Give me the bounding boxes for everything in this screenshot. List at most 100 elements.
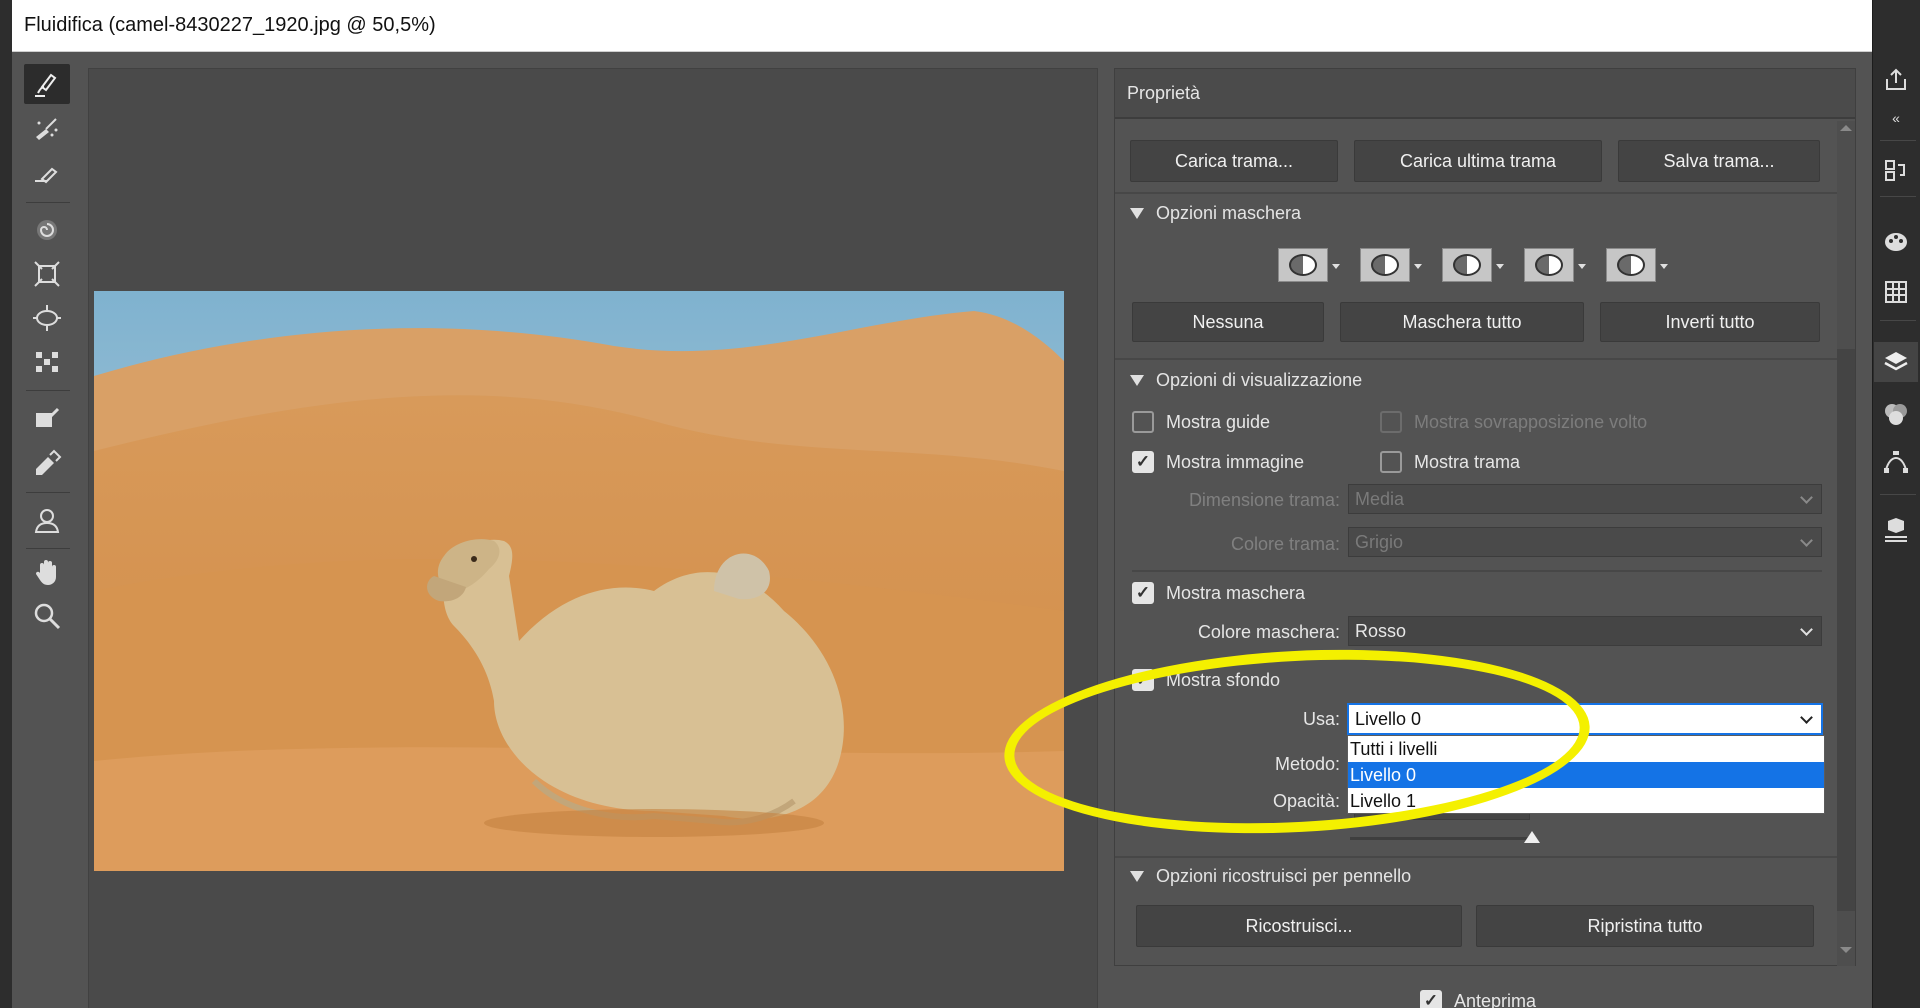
channels-icon[interactable]	[1874, 394, 1918, 434]
mesh-size-select[interactable]: Media	[1348, 484, 1822, 514]
bloat-icon[interactable]	[24, 298, 70, 338]
show-face-overlay-label: Mostra sovrapposizione volto	[1414, 411, 1648, 432]
color-palette-icon[interactable]	[1874, 222, 1918, 262]
push-left-icon[interactable]	[24, 342, 70, 382]
pucker-icon[interactable]	[24, 254, 70, 294]
dropdown-arrow-icon	[1332, 264, 1340, 269]
divider	[26, 492, 70, 493]
zoom-icon[interactable]	[24, 596, 70, 636]
3d-cube-icon[interactable]	[1874, 510, 1918, 550]
divider	[1880, 494, 1916, 495]
mask-none-button[interactable]: Nessuna	[1132, 302, 1324, 342]
collapse-triangle-icon	[1130, 207, 1144, 219]
show-image-label: Mostra immagine	[1166, 451, 1305, 472]
checkmark-icon: ✓	[1420, 990, 1442, 1008]
save-mesh-button[interactable]: Salva trama...	[1618, 140, 1820, 182]
mask-invert-icon[interactable]	[1606, 248, 1656, 282]
swatches-grid-icon[interactable]	[1874, 272, 1918, 312]
freeze-mask-icon[interactable]	[24, 398, 70, 438]
mask-replace-icon[interactable]	[1278, 248, 1328, 282]
liquify-app: Fluidifica (camel-8430227_1920.jpg @ 50,…	[0, 0, 1920, 1008]
twirl-clockwise-icon[interactable]	[24, 210, 70, 250]
dropdown-arrow-icon	[1496, 264, 1504, 269]
window-title: Fluidifica (camel-8430227_1920.jpg @ 50,…	[24, 14, 436, 36]
mask-options-header[interactable]: Opzioni maschera	[1130, 202, 1301, 224]
layers-icon[interactable]	[1874, 342, 1918, 382]
show-mask-checkbox[interactable]: ✓ Mostra maschera	[1132, 582, 1305, 604]
divider	[26, 202, 70, 203]
reconstruct-button[interactable]: Ricostruisci...	[1136, 905, 1462, 947]
divider	[26, 390, 70, 391]
checkmark-icon: ✓	[1132, 451, 1154, 473]
properties-title: Proprietà	[1127, 83, 1201, 103]
face-tool-icon[interactable]	[24, 500, 70, 540]
invert-all-button[interactable]: Inverti tutto	[1600, 302, 1820, 342]
mask-color-label: Colore maschera:	[1197, 622, 1340, 642]
mask-color-value: Rosso	[1355, 620, 1407, 641]
mask-intersect-icon[interactable]	[1524, 248, 1574, 282]
dropdown-arrow-icon	[1578, 264, 1586, 269]
load-last-mesh-button[interactable]: Carica ultima trama	[1354, 140, 1602, 182]
mask-subtract-icon[interactable]	[1442, 248, 1492, 282]
thaw-mask-icon[interactable]	[24, 442, 70, 482]
load-mesh-button[interactable]: Carica trama...	[1130, 140, 1338, 182]
mesh-size-value: Media	[1355, 488, 1405, 509]
reconstruct-tool-icon[interactable]	[24, 108, 70, 148]
scroll-up-icon[interactable]	[1840, 125, 1852, 131]
hand-icon[interactable]	[24, 552, 70, 592]
mask-add-icon[interactable]	[1360, 248, 1410, 282]
share-icon[interactable]	[1874, 60, 1918, 100]
scroll-down-icon[interactable]	[1840, 947, 1852, 953]
checkbox-box	[1380, 451, 1402, 473]
checkbox-box	[1380, 411, 1402, 433]
view-options-header[interactable]: Opzioni di visualizzazione	[1130, 369, 1362, 391]
mesh-color-value: Grigio	[1355, 531, 1404, 552]
scrollbar-thumb[interactable]	[1837, 349, 1855, 911]
show-mesh-checkbox[interactable]: Mostra trama	[1380, 451, 1520, 473]
divider	[1880, 320, 1916, 321]
properties-header: Proprietà	[1115, 69, 1855, 119]
mesh-color-label: Colore trama:	[1230, 534, 1340, 554]
background-strip	[0, 0, 12, 1008]
divider	[1132, 570, 1822, 572]
camel-photo[interactable]	[94, 291, 1064, 871]
collapse-panels-icon[interactable]: «	[1874, 104, 1918, 132]
divider	[26, 548, 70, 549]
show-face-overlay-checkbox[interactable]: Mostra sovrapposizione volto	[1380, 411, 1647, 433]
divider	[1115, 358, 1837, 360]
show-guides-checkbox[interactable]: Mostra guide	[1132, 411, 1270, 433]
tool-bar	[22, 64, 76, 630]
preview-checkbox[interactable]: ✓ Anteprima	[1420, 990, 1536, 1008]
history-icon[interactable]	[1874, 150, 1918, 190]
divider	[1880, 196, 1916, 197]
chevron-down-icon	[1800, 711, 1813, 724]
opacity-slider[interactable]	[1350, 837, 1530, 840]
restore-all-button[interactable]: Ripristina tutto	[1476, 905, 1814, 947]
forward-warp-icon[interactable]	[24, 64, 70, 104]
show-mesh-label: Mostra trama	[1414, 451, 1521, 472]
smooth-tool-icon[interactable]	[24, 152, 70, 192]
show-guides-label: Mostra guide	[1166, 411, 1271, 432]
checkbox-box	[1132, 411, 1154, 433]
show-image-checkbox[interactable]: ✓ Mostra immagine	[1132, 451, 1304, 473]
mesh-size-label: Dimensione trama:	[1188, 490, 1340, 510]
divider	[1880, 140, 1916, 141]
divider	[1115, 856, 1837, 858]
paths-icon[interactable]	[1874, 442, 1918, 482]
opacity-slider-thumb[interactable]	[1524, 831, 1540, 843]
title-bar: Fluidifica (camel-8430227_1920.jpg @ 50,…	[12, 0, 1872, 52]
show-mask-label: Mostra maschera	[1166, 582, 1306, 603]
dropdown-arrow-icon	[1414, 264, 1422, 269]
view-options-title: Opzioni di visualizzazione	[1156, 369, 1363, 390]
mask-color-select[interactable]: Rosso	[1348, 616, 1822, 646]
collapse-triangle-icon	[1130, 870, 1144, 882]
chevron-down-icon	[1800, 491, 1813, 504]
dropdown-arrow-icon	[1660, 264, 1668, 269]
mask-all-button[interactable]: Maschera tutto	[1340, 302, 1584, 342]
mesh-color-select[interactable]: Grigio	[1348, 527, 1822, 557]
chevron-down-icon	[1800, 534, 1813, 547]
checkmark-icon: ✓	[1132, 582, 1154, 604]
chevron-down-icon	[1800, 623, 1813, 636]
preview-label: Anteprima	[1454, 990, 1537, 1008]
reconstruct-options-header[interactable]: Opzioni ricostruisci per pennello	[1130, 865, 1411, 887]
